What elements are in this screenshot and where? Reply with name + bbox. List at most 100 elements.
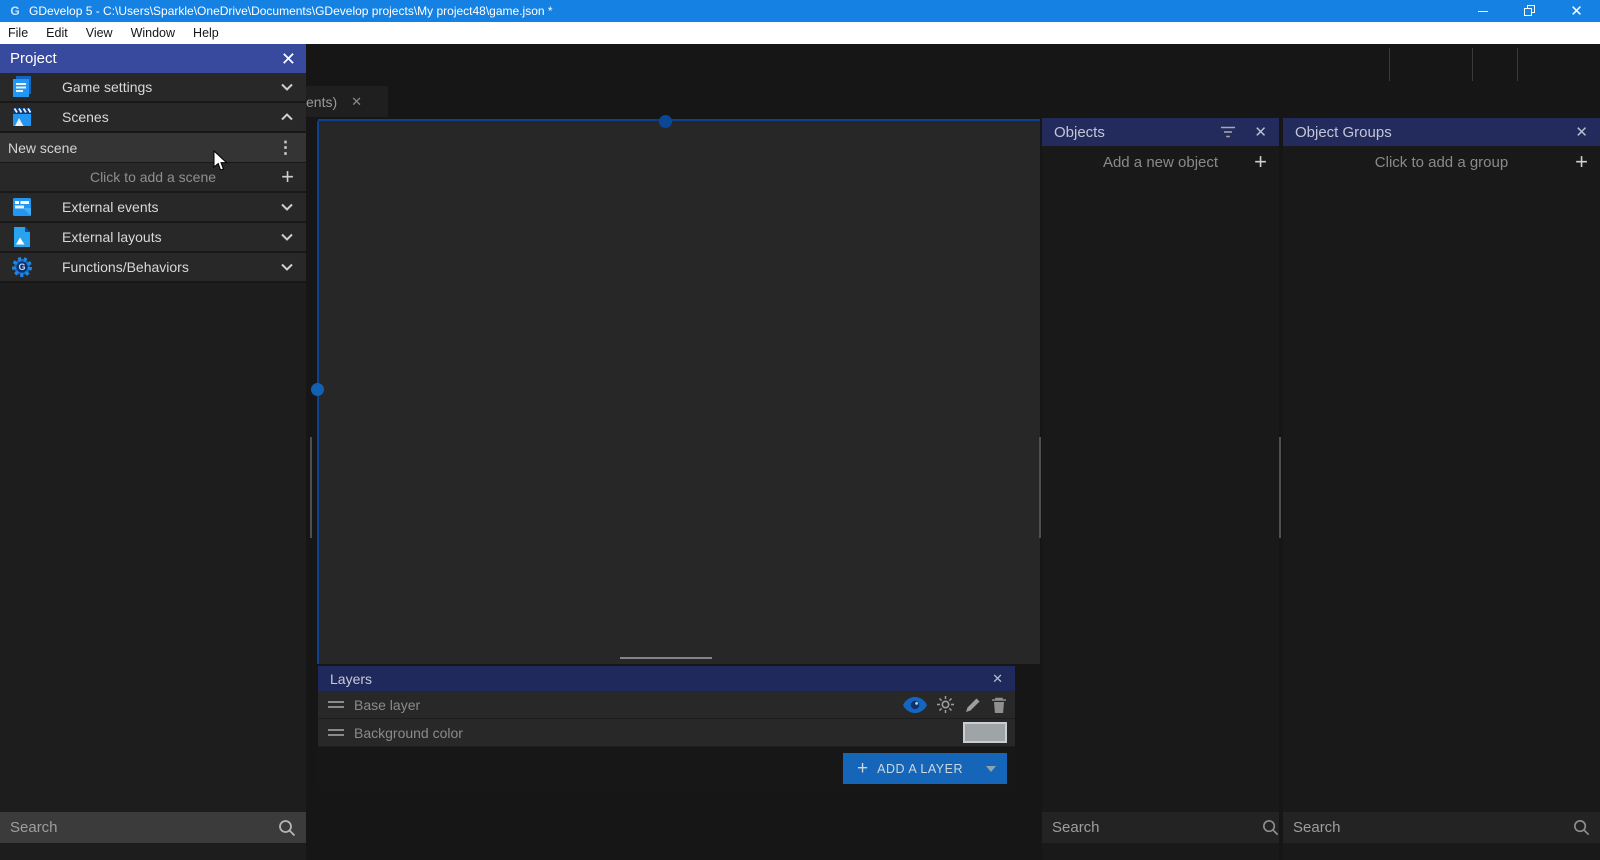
section-scenes[interactable]: Scenes [0,103,306,133]
chevron-down-icon [278,78,296,96]
project-panel-title: Project [10,50,281,67]
tab-label: ents) [306,94,337,110]
object-groups-panel-title: Object Groups [1295,124,1557,141]
project-search-bar [0,812,306,843]
add-layer-button[interactable]: + ADD A LAYER [843,753,1007,784]
effects-icon[interactable] [936,695,955,714]
panel-splitter-left[interactable] [310,437,312,538]
restore-icon [1524,5,1536,17]
minimize-button[interactable] [1459,0,1506,22]
layer-row-base[interactable]: Base layer [318,691,1015,719]
layer-label: Background color [354,725,463,741]
section-external-events[interactable]: External events [0,193,306,223]
section-label: Scenes [62,109,109,125]
layers-panel-title: Layers [330,671,992,687]
section-label: External layouts [62,229,162,245]
add-group-label: Click to add a group [1375,154,1508,171]
caret-down-icon [986,766,996,772]
close-button[interactable]: ✕ [1553,0,1600,22]
layer-row-background-color[interactable]: Background color [318,719,1015,747]
menu-file[interactable]: File [0,22,37,44]
add-group-row[interactable]: Click to add a group + [1283,146,1600,178]
delete-icon[interactable] [991,696,1007,714]
project-search-input[interactable] [0,819,277,836]
svg-text:G: G [18,262,25,272]
section-label: External events [62,199,159,215]
search-icon [277,818,297,838]
tab-close-icon[interactable]: ✕ [351,94,362,110]
edit-icon[interactable] [964,696,982,714]
menubar: File Edit View Window Help [0,22,1600,44]
add-group-plus-icon[interactable]: + [1575,152,1588,172]
search-icon [1261,818,1280,837]
add-object-plus-icon[interactable]: + [1254,152,1267,172]
plus-icon: + [857,758,868,780]
layers-panel-drag-handle[interactable] [620,657,712,659]
scene-item-new-scene[interactable]: New scene ⋮ [0,133,306,163]
chevron-down-icon [278,228,296,246]
add-layer-label: ADD A LAYER [877,762,963,776]
panel-splitter-objects[interactable] [1039,437,1041,538]
objects-search-input[interactable] [1042,819,1261,836]
mouse-cursor [213,150,229,172]
section-label: Game settings [62,79,152,95]
window-controls: ✕ [1459,0,1600,22]
menu-window[interactable]: Window [122,22,184,44]
search-icon [1572,818,1591,837]
section-label: Functions/Behaviors [62,259,189,275]
scene-item-menu-icon[interactable]: ⋮ [273,138,298,158]
project-panel: Project ✕ Game settings Scenes New scene… [0,44,306,860]
objects-panel-close-icon[interactable]: ✕ [1254,123,1267,141]
menu-edit[interactable]: Edit [37,22,77,44]
layers-panel-footer: + ADD A LAYER [318,747,1015,791]
external-events-icon [10,195,34,219]
toolbar-separator [1517,48,1518,81]
chevron-down-icon [278,258,296,276]
visibility-icon[interactable] [903,697,927,713]
layers-panel-close-icon[interactable]: ✕ [992,671,1003,687]
titlebar: G GDevelop 5 - C:\Users\Sparkle\OneDrive… [0,0,1600,22]
scenes-icon [10,105,34,129]
add-scene-row[interactable]: Click to add a scene + [0,163,306,193]
chevron-up-icon [278,108,296,126]
window-title: GDevelop 5 - C:\Users\Sparkle\OneDrive\D… [29,4,553,18]
filter-icon[interactable] [1220,125,1236,139]
game-settings-icon [10,75,34,99]
object-groups-panel-header: Object Groups ✕ [1283,118,1600,146]
resize-handle-left[interactable] [311,383,324,396]
add-scene-plus-icon[interactable]: + [281,167,294,187]
menu-view[interactable]: View [77,22,122,44]
functions-behaviors-icon: G [10,255,34,279]
layer-label: Base layer [354,697,420,713]
layers-panel: Layers ✕ Base layer Backgr [318,666,1015,791]
objects-panel: Objects ✕ Add a new object + [1042,118,1279,860]
menu-help[interactable]: Help [184,22,228,44]
groups-search-input[interactable] [1283,819,1572,836]
section-external-layouts[interactable]: External layouts [0,223,306,253]
section-game-settings[interactable]: Game settings [0,73,306,103]
object-groups-panel: Object Groups ✕ Click to add a group + [1283,118,1600,860]
add-scene-label: Click to add a scene [90,169,216,185]
section-functions-behaviors[interactable]: G Functions/Behaviors [0,253,306,283]
resize-handle-top[interactable] [659,115,672,128]
panel-splitter-groups[interactable] [1279,437,1281,538]
drag-handle-icon[interactable] [328,701,344,708]
restore-button[interactable] [1506,0,1553,22]
close-icon: ✕ [1570,4,1583,19]
add-object-row[interactable]: Add a new object + [1042,146,1279,178]
minimize-icon [1478,11,1488,12]
objects-panel-title: Objects [1054,124,1220,141]
tab-scene-events[interactable]: ents) ✕ [296,86,388,117]
drag-handle-icon[interactable] [328,729,344,736]
toolbar-separator [1389,48,1390,81]
gdevelop-logo-icon: G [8,4,22,18]
objects-panel-header: Objects ✕ [1042,118,1279,146]
scene-canvas[interactable] [318,119,1040,664]
object-groups-panel-close-icon[interactable]: ✕ [1575,123,1588,141]
background-color-swatch[interactable] [963,722,1007,743]
add-layer-dropdown[interactable] [975,753,1007,784]
toolbar-separator [1472,48,1473,81]
add-object-label: Add a new object [1103,154,1218,171]
project-panel-close-icon[interactable]: ✕ [281,50,296,68]
layers-panel-header: Layers ✕ [318,666,1015,691]
